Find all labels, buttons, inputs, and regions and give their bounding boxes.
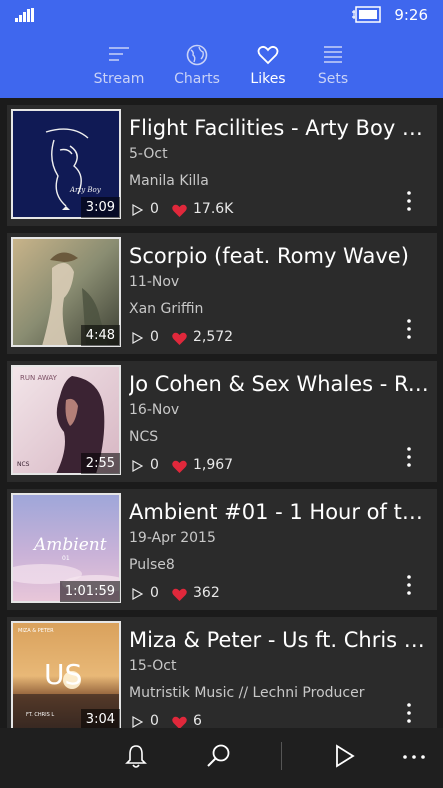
- heart-icon: [172, 332, 187, 345]
- track-artwork[interactable]: US MIZA & PETER FT. CHRIS L 3:04: [11, 621, 121, 728]
- svg-text:US: US: [44, 658, 82, 691]
- track-duration: 3:09: [80, 197, 120, 218]
- like-count: 17.6K: [193, 201, 234, 217]
- heart-outline-icon: [257, 45, 279, 65]
- bell-icon[interactable]: [122, 742, 150, 770]
- more-options-icon[interactable]: [403, 701, 415, 725]
- track-artwork[interactable]: 4:48: [11, 237, 121, 347]
- track-title[interactable]: Flight Facilities - Arty Boy feat. Emma …: [129, 115, 429, 141]
- stream-icon: [109, 47, 129, 61]
- svg-text:FT. CHRIS L: FT. CHRIS L: [26, 712, 54, 718]
- play-count-icon: [132, 588, 143, 600]
- play-icon[interactable]: [330, 742, 358, 770]
- track-artwork[interactable]: Arty Boy 3:09: [11, 109, 121, 219]
- more-options-icon[interactable]: [403, 189, 415, 213]
- heart-icon: [172, 460, 187, 473]
- play-count: 0: [150, 201, 159, 217]
- track-duration: 1:01:59: [59, 581, 120, 602]
- track-card[interactable]: 4:48 Scorpio (feat. Romy Wave) 11-Nov Xa…: [7, 233, 437, 354]
- track-artist[interactable]: Manila Killa: [129, 173, 209, 189]
- track-artist[interactable]: Mutristik Music // Lechni Producer: [129, 685, 364, 701]
- like-count: 362: [193, 585, 220, 601]
- tab-label: Stream: [93, 71, 145, 87]
- track-date: 19-Apr 2015: [129, 530, 216, 546]
- more-options-icon[interactable]: [403, 573, 415, 597]
- status-bar: 9:26: [0, 0, 443, 30]
- tab-bar: Stream Charts Likes Sets: [0, 30, 443, 98]
- play-count-icon: [132, 716, 143, 728]
- heart-icon: [172, 716, 187, 728]
- track-title[interactable]: Jo Cohen & Sex Whales - Run Away: [129, 371, 429, 397]
- svg-text:Ambient: Ambient: [32, 535, 107, 555]
- track-list[interactable]: Arty Boy 3:09 Flight Facilities - Arty B…: [0, 98, 443, 728]
- track-artwork[interactable]: RUN AWAY NCS 2:55: [11, 365, 121, 475]
- svg-text:Arty Boy: Arty Boy: [69, 186, 102, 194]
- heart-icon: [172, 204, 187, 217]
- track-date: 11-Nov: [129, 274, 180, 290]
- clock: 9:26: [394, 6, 428, 24]
- play-count: 0: [150, 713, 159, 728]
- play-count: 0: [150, 457, 159, 473]
- track-card[interactable]: RUN AWAY NCS 2:55 Jo Cohen & Sex Whales …: [7, 361, 437, 482]
- more-options-icon[interactable]: [403, 445, 415, 469]
- play-count-icon: [132, 460, 143, 472]
- tab-label: Sets: [317, 71, 349, 87]
- svg-text:RUN AWAY: RUN AWAY: [20, 374, 58, 382]
- like-count: 1,967: [193, 457, 234, 473]
- track-date: 15-Oct: [129, 658, 177, 674]
- play-count-icon: [132, 204, 143, 216]
- like-count: 6: [193, 713, 202, 728]
- track-date: 5-Oct: [129, 146, 168, 162]
- like-count: 2,572: [193, 329, 234, 345]
- signal-icon: [15, 8, 34, 22]
- track-artist[interactable]: Xan Griffin: [129, 301, 203, 317]
- track-artist[interactable]: Pulse8: [129, 557, 175, 573]
- track-duration: 2:55: [80, 453, 120, 474]
- track-duration: 3:04: [80, 709, 120, 728]
- track-title[interactable]: Miza & Peter - Us ft. Chris Linton: [129, 627, 429, 653]
- track-title[interactable]: Scorpio (feat. Romy Wave): [129, 243, 429, 269]
- svg-text:MIZA & PETER: MIZA & PETER: [18, 628, 54, 634]
- track-artwork[interactable]: Ambient 01 1:01:59: [11, 493, 121, 603]
- play-count-icon: [132, 332, 143, 344]
- track-card[interactable]: Arty Boy 3:09 Flight Facilities - Arty B…: [7, 105, 437, 226]
- heart-icon: [172, 588, 187, 601]
- track-artist[interactable]: NCS: [129, 429, 158, 445]
- search-icon[interactable]: [204, 742, 232, 770]
- track-card[interactable]: US MIZA & PETER FT. CHRIS L 3:04 Miza & …: [7, 617, 437, 728]
- track-duration: 4:48: [80, 325, 120, 346]
- play-count: 0: [150, 329, 159, 345]
- play-count: 0: [150, 585, 159, 601]
- divider: [281, 742, 282, 770]
- list-icon: [324, 46, 342, 63]
- svg-text:01: 01: [62, 555, 70, 562]
- track-date: 16-Nov: [129, 402, 180, 418]
- svg-text:NCS: NCS: [17, 461, 30, 468]
- more-icon[interactable]: [400, 742, 428, 770]
- tab-stream[interactable]: Stream: [74, 30, 164, 98]
- more-options-icon[interactable]: [403, 317, 415, 341]
- globe-icon: [186, 44, 208, 66]
- battery-icon: [352, 6, 381, 23]
- tab-sets[interactable]: Sets: [288, 30, 378, 98]
- track-title[interactable]: Ambient #01 - 1 Hour of the Best Ambient: [129, 499, 429, 525]
- track-card[interactable]: Ambient 01 1:01:59 Ambient #01 - 1 Hour …: [7, 489, 437, 610]
- bottom-app-bar: [0, 728, 443, 788]
